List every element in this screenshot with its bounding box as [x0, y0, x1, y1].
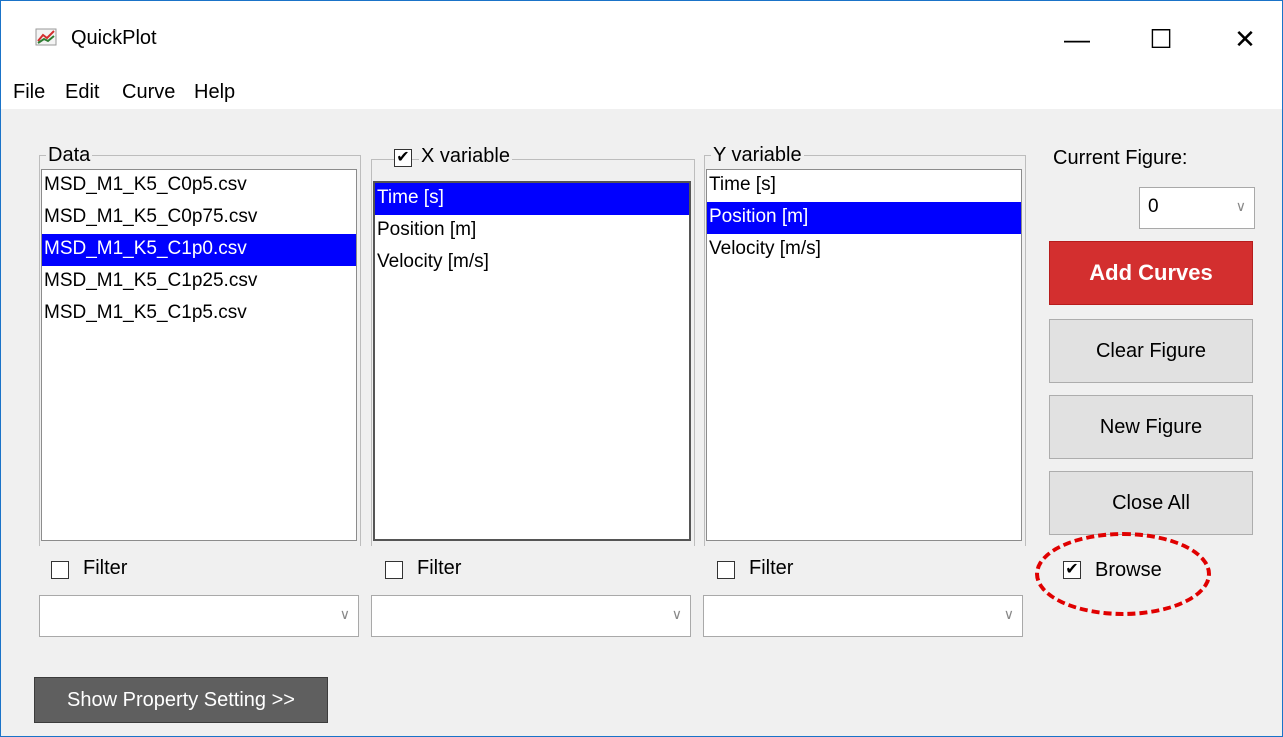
current-figure-label: Current Figure:	[1053, 147, 1188, 169]
menu-file[interactable]: File	[13, 81, 45, 104]
list-item[interactable]: Position [m]	[375, 215, 689, 247]
minimize-icon: —	[1064, 23, 1090, 54]
menu-help[interactable]: Help	[194, 81, 235, 104]
chevron-down-icon: ∨	[1235, 198, 1246, 214]
show-property-setting-button[interactable]: Show Property Setting >>	[34, 677, 328, 723]
chevron-down-icon: ∨	[671, 606, 682, 622]
y-variable-listbox[interactable]: Time [s] Position [m] Velocity [m/s]	[706, 169, 1022, 541]
data-filter-combo[interactable]: ∨	[39, 595, 359, 637]
app-icon	[35, 28, 57, 46]
new-figure-button[interactable]: New Figure	[1049, 395, 1253, 459]
y-filter-label: Filter	[749, 557, 794, 579]
list-item[interactable]: Velocity [m/s]	[375, 247, 689, 279]
list-item[interactable]: MSD_M1_K5_C0p75.csv	[42, 202, 356, 234]
quickplot-window: QuickPlot — ☐ ✕ File Edit Curve Help Dat…	[0, 0, 1283, 737]
current-figure-value: 0	[1148, 196, 1159, 217]
menu-edit[interactable]: Edit	[65, 81, 99, 104]
window-title: QuickPlot	[71, 27, 157, 49]
maximize-icon: ☐	[1149, 23, 1173, 54]
data-listbox[interactable]: MSD_M1_K5_C0p5.csv MSD_M1_K5_C0p75.csv M…	[41, 169, 357, 541]
title-bar: QuickPlot — ☐ ✕	[1, 1, 1282, 73]
minimize-button[interactable]: —	[1054, 19, 1100, 59]
x-variable-label: X variable	[419, 145, 512, 168]
clear-figure-button[interactable]: Clear Figure	[1049, 319, 1253, 383]
x-filter-checkbox[interactable]	[385, 561, 403, 579]
x-filter-label: Filter	[417, 557, 462, 579]
add-curves-button[interactable]: Add Curves	[1049, 241, 1253, 305]
x-variable-checkbox[interactable]: ✔	[394, 149, 412, 167]
menu-bar: File Edit Curve Help	[1, 73, 1282, 109]
close-button[interactable]: ✕	[1222, 19, 1268, 59]
chevron-down-icon: ∨	[339, 606, 350, 622]
menu-curve[interactable]: Curve	[122, 81, 175, 104]
close-icon: ✕	[1234, 23, 1256, 54]
list-item-selected[interactable]: MSD_M1_K5_C1p0.csv	[42, 234, 356, 266]
list-item-selected[interactable]: Time [s]	[375, 183, 689, 215]
list-item[interactable]: MSD_M1_K5_C0p5.csv	[42, 170, 356, 202]
list-item[interactable]: MSD_M1_K5_C1p25.csv	[42, 266, 356, 298]
list-item[interactable]: MSD_M1_K5_C1p5.csv	[42, 298, 356, 330]
x-filter-combo[interactable]: ∨	[371, 595, 691, 637]
chevron-down-icon: ∨	[1003, 606, 1014, 622]
maximize-button[interactable]: ☐	[1138, 19, 1184, 59]
data-filter-label: Filter	[83, 557, 128, 579]
y-filter-combo[interactable]: ∨	[703, 595, 1023, 637]
list-item[interactable]: Velocity [m/s]	[707, 234, 1021, 266]
list-item-selected[interactable]: Position [m]	[707, 202, 1021, 234]
x-variable-listbox[interactable]: Time [s] Position [m] Velocity [m/s]	[373, 181, 691, 541]
y-filter-checkbox[interactable]	[717, 561, 735, 579]
current-figure-select[interactable]: 0 ∨	[1139, 187, 1255, 229]
data-filter-checkbox[interactable]	[51, 561, 69, 579]
annotation-highlight-ring	[1035, 532, 1211, 616]
close-all-button[interactable]: Close All	[1049, 471, 1253, 535]
data-group-label: Data	[46, 144, 93, 167]
y-variable-label: Y variable	[711, 144, 804, 167]
list-item[interactable]: Time [s]	[707, 170, 1021, 202]
